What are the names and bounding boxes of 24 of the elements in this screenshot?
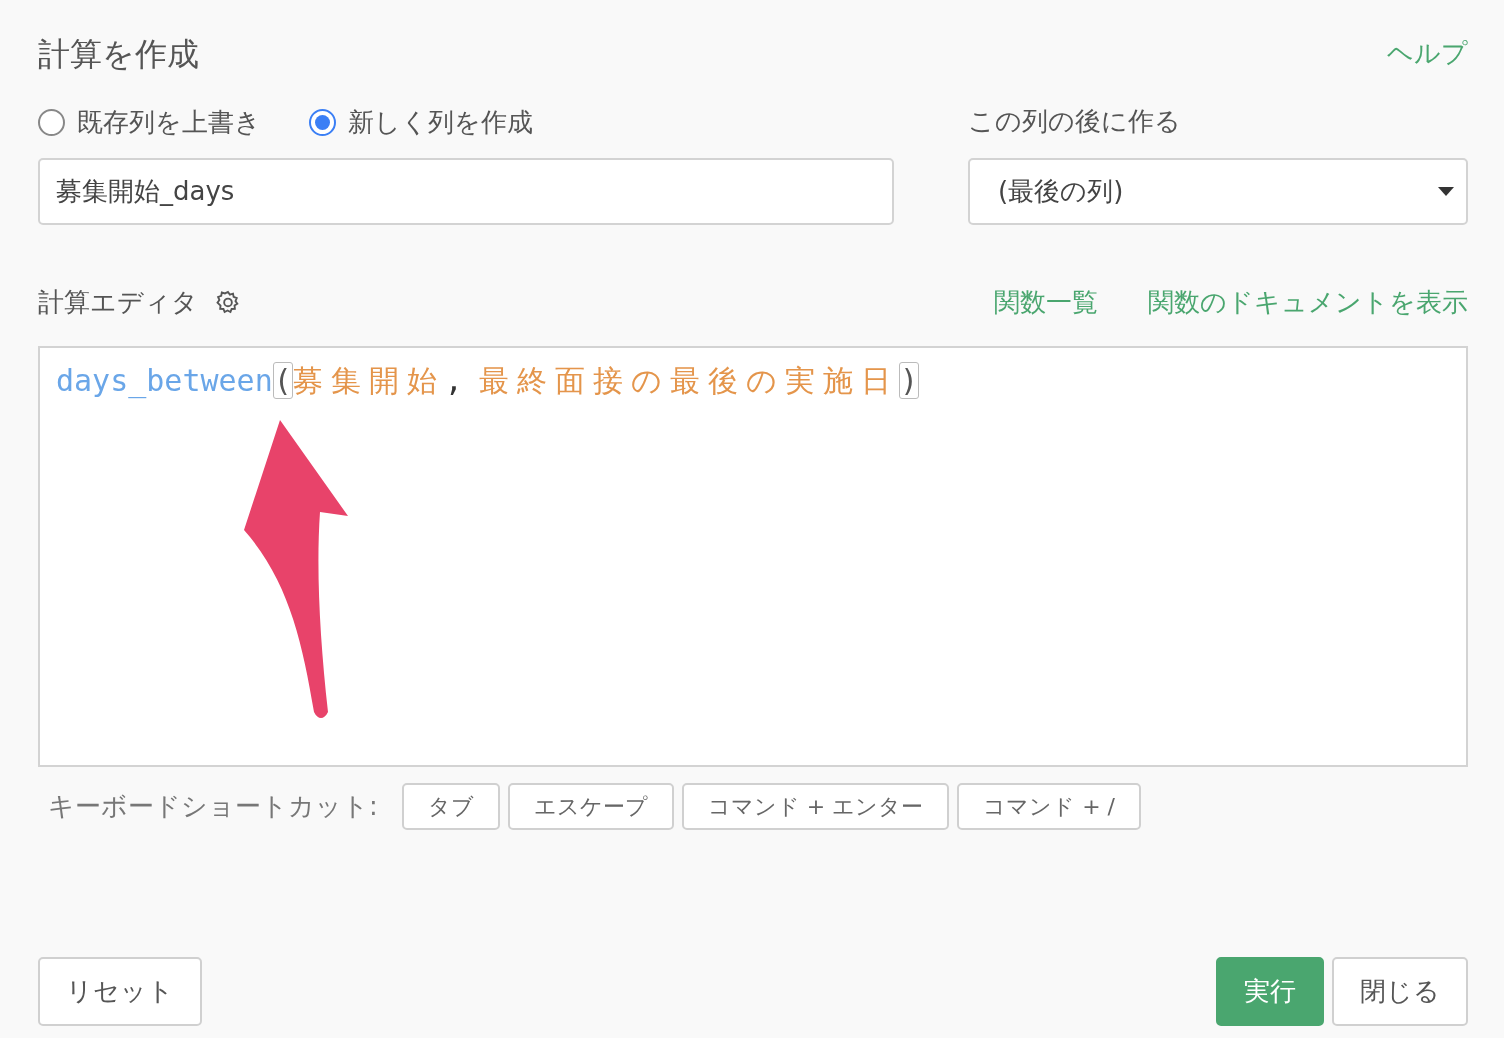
column-name-field[interactable]: 募集開始_days: [38, 158, 894, 225]
radio-option[interactable]: 既存列を上書き: [38, 102, 261, 142]
comma: ,: [444, 363, 463, 398]
radio-button[interactable]: [38, 108, 65, 136]
radio-button[interactable]: [309, 108, 336, 136]
key-hint: タブ: [401, 783, 500, 830]
secondary-button[interactable]: 閉じる: [1332, 957, 1468, 1026]
position-dropdown[interactable]: (最後の列): [968, 158, 1468, 225]
key-hint: コマンド + /: [957, 783, 1142, 830]
secondary-button[interactable]: リセット: [38, 957, 202, 1026]
function-name: days_between: [56, 363, 273, 398]
column-reference: 募集開始: [292, 363, 445, 398]
column-reference: 最終面接の最後の実施日: [478, 363, 899, 398]
caret-icon: [1438, 187, 1454, 196]
key-hint: コマンド + エンター: [681, 783, 950, 830]
editor-label: 計算エディタ: [38, 286, 198, 319]
bracket: ): [898, 362, 919, 399]
dialog-title: 計算を作成: [38, 34, 199, 75]
bracket: (: [272, 362, 293, 399]
position-label: この列の後に作る: [968, 105, 1182, 138]
formula-editor[interactable]: days_between(募集開始, 最終面接の最後の実施日): [38, 346, 1468, 767]
shortcuts-label: キーボードショートカット:: [48, 790, 378, 823]
radio-option[interactable]: 新しく列を作成: [309, 102, 533, 142]
key-hint: エスケープ: [507, 783, 674, 830]
